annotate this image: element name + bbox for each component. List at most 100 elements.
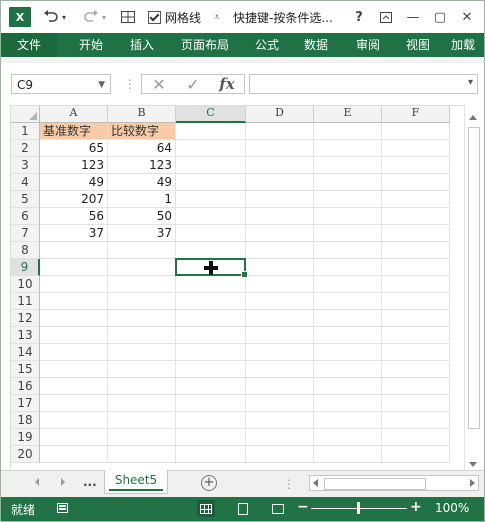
name-box[interactable]: C9 ▼	[11, 74, 111, 94]
cell-d15[interactable]	[246, 361, 314, 378]
cell-b11[interactable]	[108, 293, 176, 310]
tab-data[interactable]: 数据	[299, 33, 333, 57]
cell-f2[interactable]	[382, 140, 450, 157]
cell-c1[interactable]	[176, 123, 246, 140]
cell-d20[interactable]	[246, 446, 314, 463]
cell-a17[interactable]	[40, 395, 108, 412]
cell-e16[interactable]	[314, 378, 382, 395]
cell-b2[interactable]: 64	[108, 140, 176, 157]
zoom-slider-thumb[interactable]	[357, 502, 360, 514]
cell-c3[interactable]	[176, 157, 246, 174]
cell-c12[interactable]	[176, 310, 246, 327]
column-header-d[interactable]: D	[246, 106, 314, 123]
cell-d11[interactable]	[246, 293, 314, 310]
fill-handle[interactable]	[241, 271, 248, 278]
cell-c2[interactable]	[176, 140, 246, 157]
more-sheets-button[interactable]: ...	[83, 475, 97, 489]
row-header-9[interactable]: 9	[11, 259, 40, 276]
cell-e4[interactable]	[314, 174, 382, 191]
tab-add-ins[interactable]: 加载	[451, 33, 484, 57]
cell-c15[interactable]	[176, 361, 246, 378]
cell-f9[interactable]	[382, 259, 450, 276]
redo-dropdown-icon[interactable]: ▾	[102, 7, 106, 27]
select-all-corner[interactable]	[11, 106, 40, 123]
cell-d8[interactable]	[246, 242, 314, 259]
cell-c4[interactable]	[176, 174, 246, 191]
column-header-b[interactable]: B	[108, 106, 176, 123]
cell-c5[interactable]	[176, 191, 246, 208]
cell-b15[interactable]	[108, 361, 176, 378]
column-header-a[interactable]: A	[40, 106, 108, 123]
cell-d5[interactable]	[246, 191, 314, 208]
cell-e18[interactable]	[314, 412, 382, 429]
cell-d4[interactable]	[246, 174, 314, 191]
cell-f12[interactable]	[382, 310, 450, 327]
cell-e19[interactable]	[314, 429, 382, 446]
ribbon-display-options-icon[interactable]	[375, 7, 397, 27]
horizontal-scroll-thumb[interactable]	[324, 478, 426, 490]
cell-b16[interactable]	[108, 378, 176, 395]
cell-a4[interactable]: 49	[40, 174, 108, 191]
cell-c18[interactable]	[176, 412, 246, 429]
column-header-e[interactable]: E	[314, 106, 382, 123]
cell-e9[interactable]	[314, 259, 382, 276]
formula-input[interactable]: ▾	[249, 74, 478, 94]
cell-e20[interactable]	[314, 446, 382, 463]
cell-e14[interactable]	[314, 344, 382, 361]
cell-b17[interactable]	[108, 395, 176, 412]
tab-file[interactable]: 文件	[1, 33, 57, 57]
row-header-17[interactable]: 17	[11, 395, 40, 412]
row-header-8[interactable]: 8	[11, 242, 40, 259]
tab-view[interactable]: 视图	[401, 33, 435, 57]
row-header-3[interactable]: 3	[11, 157, 40, 174]
cell-d12[interactable]	[246, 310, 314, 327]
cell-c17[interactable]	[176, 395, 246, 412]
column-header-f[interactable]: F	[382, 106, 450, 123]
row-header-6[interactable]: 6	[11, 208, 40, 225]
cell-c10[interactable]	[176, 276, 246, 293]
cell-a15[interactable]	[40, 361, 108, 378]
cell-e12[interactable]	[314, 310, 382, 327]
cell-d7[interactable]	[246, 225, 314, 242]
cell-f20[interactable]	[382, 446, 450, 463]
cell-f11[interactable]	[382, 293, 450, 310]
tab-formulas[interactable]: 公式	[250, 33, 284, 57]
cell-a8[interactable]	[40, 242, 108, 259]
cell-a3[interactable]: 123	[40, 157, 108, 174]
row-header-18[interactable]: 18	[11, 412, 40, 429]
cell-f15[interactable]	[382, 361, 450, 378]
cell-b7[interactable]: 37	[108, 225, 176, 242]
cell-a19[interactable]	[40, 429, 108, 446]
chevron-down-icon[interactable]: ▼	[98, 75, 105, 95]
cell-b20[interactable]	[108, 446, 176, 463]
row-header-12[interactable]: 12	[11, 310, 40, 327]
cancel-icon[interactable]: ✕	[144, 75, 174, 94]
zoom-out-button[interactable]: −	[297, 499, 309, 515]
cell-c8[interactable]	[176, 242, 246, 259]
next-sheet-icon[interactable]	[61, 478, 65, 486]
restore-button[interactable]: ▢	[429, 7, 451, 27]
row-header-15[interactable]: 15	[11, 361, 40, 378]
cell-b6[interactable]: 50	[108, 208, 176, 225]
row-header-19[interactable]: 19	[11, 429, 40, 446]
cell-b12[interactable]	[108, 310, 176, 327]
page-break-view-button[interactable]	[269, 500, 287, 517]
cell-f6[interactable]	[382, 208, 450, 225]
column-header-c[interactable]: C	[176, 106, 246, 123]
row-header-14[interactable]: 14	[11, 344, 40, 361]
scroll-left-icon[interactable]	[313, 479, 318, 487]
cell-d14[interactable]	[246, 344, 314, 361]
row-header-1[interactable]: 1	[11, 123, 40, 140]
cell-e11[interactable]	[314, 293, 382, 310]
cell-e5[interactable]	[314, 191, 382, 208]
cell-e1[interactable]	[314, 123, 382, 140]
cell-e7[interactable]	[314, 225, 382, 242]
cell-f19[interactable]	[382, 429, 450, 446]
row-header-7[interactable]: 7	[11, 225, 40, 242]
cell-f4[interactable]	[382, 174, 450, 191]
cell-e10[interactable]	[314, 276, 382, 293]
cell-a5[interactable]: 207	[40, 191, 108, 208]
scroll-up-icon[interactable]	[469, 115, 477, 120]
redo-icon[interactable]	[83, 7, 99, 27]
cell-e6[interactable]	[314, 208, 382, 225]
